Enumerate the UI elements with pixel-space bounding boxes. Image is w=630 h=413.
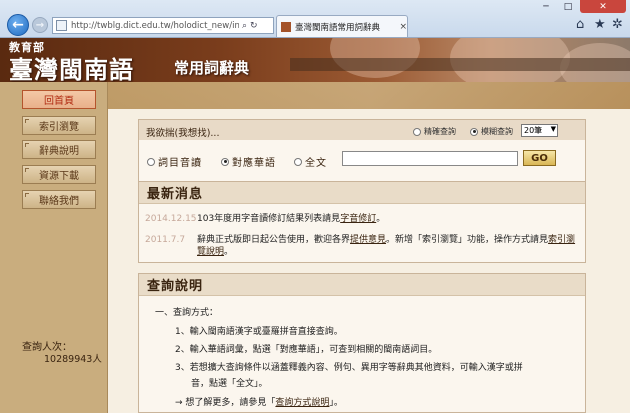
help-line: 音，點選「全文」。 [191,379,268,389]
help-line: 2、輸入華語詞彙，點選「對應華語」，可查到相關的閩南語詞目。 [175,345,438,355]
help-title: 查詢說明 [139,274,585,296]
exact-search-radio[interactable]: 精確查詢 [413,126,456,137]
site-banner: 教育部 臺灣閩南語 常用詞辭典 [0,38,630,82]
news-date: 2011.7.7 [145,235,186,245]
gear-icon[interactable]: ✲ [612,17,623,32]
main-content: 我欲揣(我想找)... 精確查詢 模糊查詢 20筆 ▼ 詞目音讀 對應華語 全文… [108,109,630,413]
forward-arrow-icon[interactable]: → [32,17,48,33]
close-window-button[interactable]: ✕ [580,0,626,13]
news-link[interactable]: 字音修訂 [340,214,376,224]
corner-icon [25,168,29,172]
corner-icon [25,143,29,147]
sidebar-item-about[interactable]: 辭典說明 [22,140,96,159]
field-option-reading[interactable]: 詞目音讀 [147,154,202,169]
news-text-part: 。 [224,247,234,257]
search-header: 我欲揣(我想找)... 精確查詢 模糊查詢 20筆 ▼ [139,120,585,140]
radio-icon[interactable] [221,157,229,166]
browser-tab[interactable]: 臺灣閩南語常用詞辭典 × [276,15,408,37]
favorites-star-icon[interactable]: ★ [594,17,606,32]
sidebar-item-downloads[interactable]: 資源下載 [22,165,96,184]
help-more: → 想了解更多，請參見「查詢方式說明」。 [175,395,343,408]
news-date: 2014.12.15 [145,214,197,224]
help-heading: 一、查詢方式： [155,308,219,318]
page-icon [56,20,67,31]
help-more-link[interactable]: 查詢方式說明 [275,398,329,408]
news-text: 103年度用字音讀修訂結果列表請見字音修訂。 [197,213,579,225]
fuzzy-search-radio[interactable]: 模糊查詢 [470,126,513,137]
radio-label: 全文 [305,158,327,169]
help-line: 1、輸入閩南語漢字或臺羅拼音直接查詢。 [175,327,343,337]
corner-icon [25,119,29,123]
field-option-fulltext[interactable]: 全文 [294,154,327,169]
sidebar-item-contact[interactable]: 聯絡我們 [22,190,96,209]
news-panel: 最新消息 2014.12.15 103年度用字音讀修訂結果列表請見字音修訂。 2… [138,181,586,263]
radio-icon[interactable] [413,127,421,136]
radio-icon[interactable] [470,127,478,136]
news-text: 辭典正式版即日起公告使用，歡迎各界提供意見。新增「索引瀏覽」功能，操作方式請見索… [197,234,579,258]
sidebar-item-label: 索引瀏覽 [39,122,79,133]
help-panel: 查詢說明 一、查詢方式： 1、輸入閩南語漢字或臺羅拼音直接查詢。 2、輸入華語詞… [138,273,586,413]
sidebar: 回首頁 索引瀏覽 辭典說明 資源下載 聯絡我們 查詢人次： 10289943人 [0,82,108,413]
help-more-text: 」。 [329,398,343,408]
search-label: 我欲揣(我想找)... [146,128,220,139]
chevron-down-icon: ▼ [550,125,556,133]
site-title[interactable]: 臺灣閩南語 [9,50,134,82]
banner-strip [290,58,630,71]
page-size-value: 20筆 [524,126,543,135]
texture [108,82,630,109]
sidebar-item-label: 辭典說明 [39,146,79,157]
news-text-part: 。新增「索引瀏覽」功能，操作方式請見 [386,235,549,245]
news-link[interactable]: 提供意見 [350,235,386,245]
help-line: 3、若想擴大查詢條件以涵蓋釋義內容、例句、異用字等辭典其他資料，可輸入漢字或拼 [175,363,523,373]
news-text-part: 103年度用字音讀修訂結果列表請見 [197,214,341,224]
close-tab-icon[interactable]: × [399,22,407,32]
refresh-icon[interactable]: ↻ [250,21,258,31]
news-text-part: 辭典正式版即日起公告使用，歡迎各界 [197,235,351,245]
news-title: 最新消息 [139,182,585,204]
search-panel: 我欲揣(我想找)... 精確查詢 模糊查詢 20筆 ▼ 詞目音讀 對應華語 全文… [138,119,586,183]
radio-label: 模糊查詢 [481,127,513,136]
site-subtitle: 常用詞辭典 [174,59,250,77]
address-bar[interactable]: http://twblg.dict.edu.tw/holodict_new/in… [52,17,274,34]
sidebar-item-label: 資源下載 [39,171,79,182]
news-item: 2014.12.15 103年度用字音讀修訂結果列表請見字音修訂。 [145,213,581,227]
minimize-button[interactable]: ─ [535,0,557,13]
search-icon[interactable]: ⌕ [242,21,247,31]
radio-label: 詞目音讀 [158,158,202,169]
page-size-select[interactable]: 20筆 ▼ [521,124,558,137]
home-icon[interactable]: ⌂ [576,17,584,32]
sidebar-item-index[interactable]: 索引瀏覽 [22,116,96,135]
site-favicon-icon [281,21,291,32]
corner-icon [25,193,29,197]
news-text-part: 。 [376,214,386,224]
back-arrow-icon[interactable]: ← [7,14,29,36]
field-option-mandarin[interactable]: 對應華語 [221,154,276,169]
url-text[interactable]: http://twblg.dict.edu.tw/holodict_new/in… [71,21,239,31]
tab-title: 臺灣閩南語常用詞辭典 [295,22,381,33]
sidebar-item-home[interactable]: 回首頁 [22,90,96,109]
radio-icon[interactable] [147,157,155,166]
visitor-count-value: 10289943人 [44,354,102,365]
sidebar-item-label: 聯絡我們 [39,196,79,207]
sidebar-item-label: 回首頁 [44,96,74,107]
radio-label: 精確查詢 [424,127,456,136]
go-button[interactable]: GO [523,150,556,166]
help-more-text: → 想了解更多，請參見「 [175,398,276,408]
radio-icon[interactable] [294,157,302,166]
maximize-button[interactable]: □ [557,0,579,13]
radio-label: 對應華語 [232,158,276,169]
news-item: 2011.7.7 辭典正式版即日起公告使用，歡迎各界提供意見。新增「索引瀏覽」功… [145,234,581,260]
browser-chrome: ← → http://twblg.dict.edu.tw/holodict_ne… [0,0,630,38]
search-input[interactable] [342,151,518,166]
